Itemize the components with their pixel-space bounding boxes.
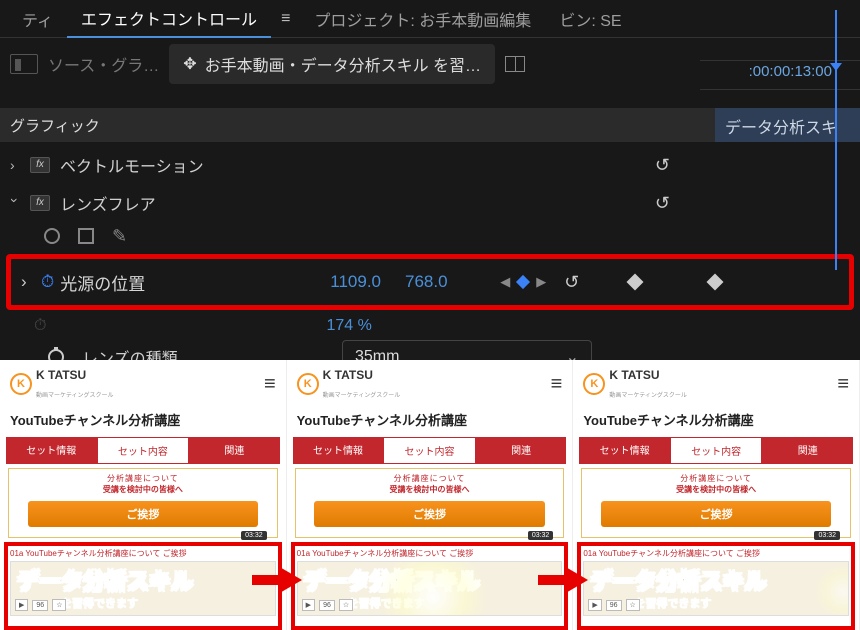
effect-label: ベクトルモーション: [60, 153, 360, 177]
panel-tab-bar: ティ エフェクトコントロール ≡ プロジェクト: お手本動画編集 ビン: SE: [0, 0, 860, 38]
category-title: グラフィック: [10, 115, 100, 136]
highlight-box: › ⏱ 光源の位置 1109.0 768.0 ◀ ▶ ↺: [6, 254, 854, 310]
prop-light-position[interactable]: › ⏱ 光源の位置 1109.0 768.0 ◀ ▶ ↺: [11, 259, 849, 305]
reset-icon[interactable]: ↺: [655, 193, 670, 214]
duration-badge: 03:32: [241, 531, 267, 540]
light-pos-x-value[interactable]: 1109.0: [330, 272, 381, 292]
arrow-right-icon: [278, 566, 302, 594]
course-banner-card: 分析講座について 受講を検討中の皆様へ ご挨拶 03:32: [8, 468, 278, 538]
keyframe-diamond-icon[interactable]: [707, 274, 724, 291]
stopwatch-icon[interactable]: ⏱: [41, 272, 54, 292]
preview-thumb-1: K K TATSU動画マーケティングスクール ≡ YouTubeチャンネル分析講…: [0, 360, 287, 630]
course-title: YouTubeチャンネル分析講座: [0, 406, 286, 433]
reset-icon[interactable]: ↺: [655, 155, 670, 176]
next-keyframe-icon[interactable]: ▶: [536, 274, 546, 290]
logo-mark-icon: K: [10, 373, 32, 395]
clip-chip-label: お手本動画・データ分析スキル を習…: [205, 52, 481, 76]
ellipse-mask-icon[interactable]: [44, 228, 60, 244]
overlay-subline: を習得できます: [61, 595, 138, 611]
tab-fragment: ティ: [8, 1, 67, 37]
fx-badge-icon[interactable]: fx: [30, 195, 50, 211]
add-keyframe-icon[interactable]: [516, 275, 530, 289]
arrow-connector: [252, 575, 280, 585]
brightness-value[interactable]: 174 %: [326, 317, 371, 335]
hamburger-icon[interactable]: ≡: [551, 373, 563, 396]
preview-thumb-3: KK TATSU動画マーケティングスクール ≡ YouTubeチャンネル分析講座…: [573, 360, 860, 630]
rect-mask-icon[interactable]: [78, 228, 94, 244]
prop-brightness-partial: ⏱ 174 %: [0, 314, 860, 338]
lens-flare-overlay: [808, 567, 849, 616]
video-overlay: データ分析スキル を習得できます ▶96☆: [10, 561, 276, 616]
overlay-headline: データ分析スキル: [17, 564, 193, 596]
timecode-label: :00:00:13:00: [749, 63, 832, 80]
timeline-clip-label[interactable]: データ分析スキ: [715, 108, 860, 142]
pen-mask-icon[interactable]: ✎: [112, 226, 127, 247]
keyframe-nav: ◀ ▶: [500, 274, 546, 290]
pin-icon: ✥: [183, 54, 196, 74]
prev-keyframe-icon[interactable]: ◀: [500, 274, 510, 290]
reset-icon[interactable]: ↺: [564, 272, 579, 293]
chevron-right-icon[interactable]: ›: [21, 272, 35, 292]
panel-menu-icon[interactable]: ≡: [271, 10, 300, 28]
tab-set-info[interactable]: セット情報: [6, 437, 97, 464]
playhead-line: [835, 10, 837, 270]
highlight-box: 01a YouTubeチャンネル分析講座について ご挨拶 データ分析スキル を習…: [4, 542, 282, 630]
tab-effect-controls[interactable]: エフェクトコントロール: [67, 0, 271, 38]
prop-label: 光源の位置: [60, 270, 330, 295]
thumbnail-strip: K K TATSU動画マーケティングスクール ≡ YouTubeチャンネル分析講…: [0, 360, 860, 630]
layout-toggle-icon[interactable]: [505, 56, 525, 72]
effect-lens-flare[interactable]: › fx レンズフレア ↺: [0, 184, 860, 222]
light-pos-y-value[interactable]: 768.0: [405, 272, 448, 292]
greeting-button[interactable]: ご挨拶: [28, 501, 258, 527]
effect-vector-motion[interactable]: › fx ベクトルモーション ↺: [0, 146, 860, 184]
effect-label: レンズフレア: [60, 191, 360, 215]
course-tabs: セット情報 セット内容 関連: [6, 437, 280, 464]
arrow-right-icon: [564, 566, 588, 594]
tab-project[interactable]: プロジェクト: お手本動画編集: [300, 1, 545, 37]
chevron-down-icon[interactable]: ›: [7, 198, 23, 208]
keyframe-diamond-icon[interactable]: [627, 274, 644, 291]
clip-chip[interactable]: ✥ お手本動画・データ分析スキル を習…: [169, 44, 495, 84]
source-name-text: ソース・グラ…: [48, 52, 159, 76]
master-clip-icon[interactable]: [10, 54, 38, 74]
chevron-right-icon[interactable]: ›: [10, 157, 20, 173]
hamburger-icon[interactable]: ≡: [837, 373, 849, 396]
preview-thumb-2: KK TATSU動画マーケティングスクール ≡ YouTubeチャンネル分析講座…: [287, 360, 574, 630]
tab-bin[interactable]: ビン: SE: [545, 1, 635, 37]
tab-set-contents[interactable]: セット内容: [97, 437, 190, 464]
arrow-connector: [538, 575, 566, 585]
fx-badge-icon[interactable]: fx: [30, 157, 50, 173]
tab-related[interactable]: 関連: [189, 437, 280, 464]
hamburger-icon[interactable]: ≡: [264, 373, 276, 396]
video-item-title: 01a YouTubeチャンネル分析講座について ご挨拶: [10, 546, 276, 561]
logo: K K TATSU動画マーケティングスクール: [10, 366, 114, 402]
mask-shape-row: ✎: [0, 222, 860, 250]
